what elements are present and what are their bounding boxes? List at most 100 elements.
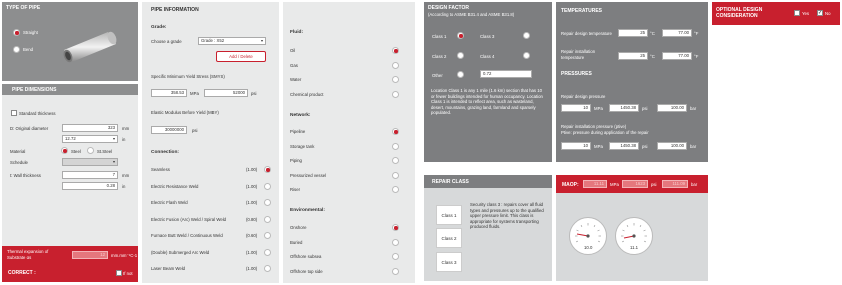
pipe-dimensions-panel: PIPE DIMENSIONS Standard thickness D: Or… [2,84,138,246]
standard-thickness-label: Standard thickness [19,111,56,116]
other-input[interactable]: 0.72 [480,70,532,78]
network-option-radio[interactable] [392,157,399,164]
install-pressure-bar-input[interactable]: 100.00 [657,142,687,150]
design-pressure-bar-input[interactable]: 100.00 [657,104,687,112]
connection-option-radio[interactable] [264,182,271,190]
maop-psi-unit: psi [651,182,657,187]
repair-class-title: REPAIR CLASS [432,179,469,185]
thermal-unit: mm.mm⁻¹C-1 [111,253,138,258]
diameter-mm-input[interactable]: 323 [62,124,118,132]
environmental-option-radio[interactable] [392,253,399,260]
pressures-title: PRESSURES [561,71,592,77]
optional-panel: OPTIONAL DESIGN CONSIDERATION Yes ✓ No [712,2,840,25]
design-factor-panel: DESIGN FACTOR (According to ASME B31.4 a… [424,2,552,162]
design-pressure-psi-input[interactable]: 1450.38 [609,104,639,112]
connection-option-radio[interactable] [264,265,271,272]
mby-unit: psi [192,128,198,133]
chevron-down-icon: ▾ [260,38,263,43]
repair-class2-button[interactable]: Class 2 [436,228,462,248]
environmental-option-label: Offshore top side [290,268,323,274]
repair-class1-button[interactable]: Class 1 [436,205,462,225]
schedule-label: Schedule [10,160,28,165]
connection-option-factor: (0.60) [246,233,258,238]
fluid-option-radio[interactable] [392,76,399,83]
mby-input[interactable]: 30000000 [151,126,187,134]
network-option-radio[interactable] [392,171,399,179]
network-option-label: Pipeline [290,129,306,134]
connection-option-factor: (1.00) [246,249,258,255]
schedule-select[interactable]: ▾ [62,158,118,166]
smys-mpa-input[interactable]: 358.53 [151,89,187,97]
smys-label: Specific Minimum Yield Stress (SMYS) [151,74,225,79]
design-pressure-label: Repair design pressure [561,94,606,99]
environmental-option-radio[interactable] [392,238,399,246]
standard-thickness-checkbox[interactable] [11,110,17,116]
connection-option-label: Laser Beam Weld [151,266,186,271]
install-pressure-psi-input[interactable]: 1450.38 [609,142,639,150]
fluid-option-radio[interactable] [392,61,399,69]
network-option-label: Storage tank [290,143,315,149]
steel-label: Steel [71,149,81,154]
optional-yes-label: Yes [802,11,810,16]
type-of-pipe-title: TYPE OF PIPE [6,5,41,11]
optional-no-label: No [825,11,831,16]
fluid-option-radio[interactable] [392,47,399,54]
class4-radio[interactable] [523,52,530,59]
wall-mm-input[interactable]: 7 [62,171,118,179]
design-pressure-psi-unit: psi [642,106,648,111]
connection-option-radio[interactable] [264,248,271,256]
environmental-option-radio[interactable] [392,224,399,231]
install-temp-f-input[interactable]: 77.00 [662,52,692,60]
connection-option-radio[interactable] [264,215,271,223]
diameter-mm-unit: mm [122,126,130,131]
design-temp-f-input[interactable]: 77.00 [662,29,692,37]
maop-label: MAOP: [562,182,579,188]
pressure-gauge-1: 10.0 [569,217,607,255]
fluid-option-label: Gas [290,62,298,68]
connection-option-radio[interactable] [264,199,271,206]
connection-option-label: Electric Flash Weld [151,200,188,205]
connection-option-factor: (1.00) [246,266,258,271]
environmental-option-radio[interactable] [392,267,399,275]
network-option-radio[interactable] [392,142,399,150]
grade-select[interactable]: Grade : X52 ▾ [198,37,266,45]
network-option-radio[interactable] [392,186,399,193]
temperatures-pressures-panel: TEMPERATURES Repair design temperature 2… [556,2,708,162]
pressure-gauge-2: 11.1 [615,217,653,255]
smys-psi-input[interactable]: 52000 [204,89,248,97]
design-pressure-mpa-input[interactable]: 10 [561,104,591,112]
straight-radio[interactable] [13,29,20,36]
optional-no-checkbox[interactable]: ✓ [817,10,823,16]
install-temp-c-input[interactable]: 25 [618,52,648,60]
design-temp-c-input[interactable]: 25 [618,29,648,37]
if-not-checkbox[interactable] [116,270,122,276]
st-steel-radio[interactable] [87,147,94,154]
connection-option-label: Furnace Butt Weld / Continuous Weld [151,233,223,238]
optional-yes-checkbox[interactable] [794,10,800,16]
class2-radio[interactable] [457,52,464,59]
repair-class3-button[interactable]: Class 3 [436,252,462,272]
correct-label: CORRECT : [8,270,36,276]
thermal-label: Thermal expansion of Substrate αs [7,249,49,260]
bend-radio[interactable] [13,46,20,53]
connection-option-radio[interactable] [264,232,271,239]
other-radio[interactable] [457,71,464,78]
diameter-in-select[interactable]: 12.72 ▾ [62,135,118,143]
network-option-radio[interactable] [392,128,399,135]
environmental-heading: Environmental: [290,208,325,213]
class3-radio[interactable] [523,32,530,39]
thermal-input[interactable]: 12 [72,251,108,259]
add-delete-button[interactable]: Add / Delete [216,51,266,62]
bend-label: Bend [23,47,34,52]
fluid-option-radio[interactable] [392,90,399,98]
wall-in-input[interactable]: 0.28 [62,182,118,190]
wall-mm-unit: mm [122,173,130,178]
install-pressure-mpa-input[interactable]: 10 [561,142,591,150]
steel-radio[interactable] [61,147,68,154]
design-temp-f-unit: °F [694,31,699,36]
fluid-option-label: Oil [290,48,296,53]
wall-in-unit: in [122,184,126,189]
connection-option-radio[interactable] [264,166,271,173]
class1-radio[interactable] [457,32,464,39]
class3-label: Class 3 [480,34,495,39]
